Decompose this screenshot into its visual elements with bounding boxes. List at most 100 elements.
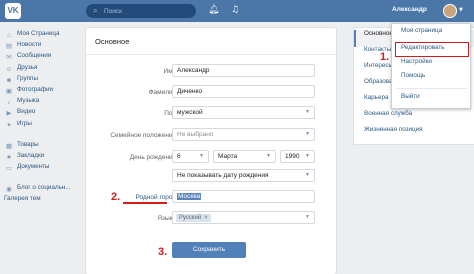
marital-label: Семейное положение: — [110, 132, 178, 139]
music-icon: ♪ — [7, 99, 11, 107]
chevron-down-icon: ▼ — [305, 131, 310, 137]
sidebar-item-label: Блог о социальн... — [17, 184, 71, 192]
video-icon: ▶ — [6, 110, 12, 118]
sidebar-item-my-page[interactable]: ⌂ Моя Страница — [4, 30, 82, 41]
bell-icon[interactable]: 🔔︎ — [208, 4, 219, 16]
section-military[interactable]: Военная служба — [354, 110, 474, 127]
chevron-down-icon: ▼ — [266, 153, 271, 159]
menu-item-my-page[interactable]: Моя страница — [397, 27, 469, 40]
music-icon[interactable]: ♫ — [230, 4, 240, 16]
sidebar-item-theme-gallery[interactable]: Галерея тем — [4, 195, 82, 206]
sidebar-item-label: Фотографии — [17, 85, 53, 93]
sidebar-item-friends[interactable]: ☺ Друзья — [4, 64, 82, 75]
menu-item-help[interactable]: Помощь — [397, 72, 469, 85]
gender-select[interactable]: мужской ▼ — [172, 106, 315, 119]
vk-logo[interactable]: VK — [5, 3, 21, 19]
annotation-step-1: 1. — [380, 51, 390, 63]
annotation-highlight-box — [395, 42, 469, 57]
sidebar-item-label: Друзья — [17, 63, 38, 71]
news-icon: ▤ — [5, 43, 13, 51]
sidebar-item-groups[interactable]: ☻ Группы — [4, 75, 82, 86]
name-field[interactable]: Александр — [172, 64, 315, 77]
sidebar-item-label: Музыка — [17, 97, 40, 105]
sidebar-item-label: Видео — [17, 108, 36, 116]
chevron-down-icon: ▼ — [305, 214, 310, 220]
surname-field[interactable]: Диченко — [172, 85, 315, 98]
gender-value: мужской — [177, 109, 203, 116]
marital-value: Не выбрано — [177, 131, 214, 138]
marital-select[interactable]: Не выбрано ▼ — [172, 128, 315, 141]
menu-item-logout[interactable]: Выйти — [397, 93, 469, 106]
chevron-down-icon: ▼ — [305, 172, 310, 178]
section-life-position[interactable]: Жизненная позиция — [354, 126, 474, 143]
sidebar-item-label: Сообщения — [17, 52, 52, 60]
bookmarks-icon: ★ — [6, 153, 12, 161]
games-icon: ✦ — [6, 121, 12, 129]
annotation-step-3: 3. — [158, 246, 168, 258]
sidebar-item-messages[interactable]: ✉ Сообщения — [4, 52, 82, 63]
birthday-visibility-value: Не показывать дату рождения — [177, 172, 269, 179]
header-user-name[interactable]: Александр — [392, 6, 427, 13]
chevron-down-icon: ▼ — [305, 153, 310, 159]
sidebar-item-documents[interactable]: ▭ Документы — [4, 163, 82, 174]
sidebar-item-news[interactable]: ▤ Новости — [4, 41, 82, 52]
sidebar-item-label: Игры — [17, 119, 32, 127]
language-chip-label: Русский — [179, 215, 202, 221]
home-icon: ⌂ — [7, 32, 11, 39]
top-bar: VK ⌕ 🔔︎ ♫ Александр ▼ — [0, 0, 474, 22]
avatar[interactable] — [443, 4, 457, 18]
goods-icon: ▦ — [5, 142, 13, 150]
search-icon: ⌕ — [93, 6, 98, 15]
sidebar-item-label: Закладки — [17, 151, 45, 159]
language-chip[interactable]: Русский × — [176, 214, 211, 222]
edit-profile-card: Основное Имя: Александр Фамилия: Диченко… — [86, 28, 336, 274]
page-title: Основное — [95, 37, 130, 46]
menu-divider — [397, 88, 467, 89]
sidebar-separator — [4, 131, 82, 141]
sidebar-item-label: Документы — [17, 163, 50, 171]
chevron-down-icon[interactable]: ▼ — [459, 7, 463, 13]
birthday-year-value: 1990 — [285, 153, 300, 160]
sidebar-item-label: Галерея тем — [4, 195, 41, 203]
birthday-visibility-select[interactable]: Не показывать дату рождения ▼ — [172, 169, 315, 182]
hometown-field[interactable]: Москва — [172, 190, 315, 203]
search-input[interactable] — [104, 4, 192, 18]
sidebar-item-music[interactable]: ♪ Музыка — [4, 97, 82, 108]
annotation-step-2: 2. — [111, 191, 121, 203]
messages-icon: ✉ — [6, 54, 12, 62]
sidebar-item-video[interactable]: ▶ Видео — [4, 108, 82, 119]
friends-icon: ☺ — [5, 65, 13, 73]
sidebar-item-label: Группы — [17, 74, 38, 82]
chevron-down-icon: ▼ — [199, 153, 204, 159]
sidebar-item-label: Товары — [17, 140, 39, 148]
sidebar-item-goods[interactable]: ▦ Товары — [4, 141, 82, 152]
left-sidebar: ⌂ Моя Страница ▤ Новости ✉ Сообщения ☺ Друзь… — [4, 30, 82, 207]
sidebar-item-games[interactable]: ✦ Игры — [4, 120, 82, 131]
remove-icon[interactable]: × — [204, 215, 208, 221]
blog-icon: ◉ — [6, 186, 12, 194]
title-divider — [86, 54, 336, 55]
hometown-value: Москва — [177, 193, 202, 200]
annotation-underline — [123, 202, 167, 204]
birthday-day-select[interactable]: 6 ▼ — [172, 150, 209, 163]
chevron-down-icon: ▼ — [305, 109, 310, 115]
search-box[interactable]: ⌕ — [86, 4, 196, 18]
birthday-year-select[interactable]: 1990 ▼ — [280, 150, 315, 163]
birthday-month-select[interactable]: Марта ▼ — [213, 150, 276, 163]
profile-dropdown: Моя страница Редактировать Настройки Пом… — [391, 23, 471, 109]
documents-icon: ▭ — [5, 165, 13, 173]
sidebar-item-bookmarks[interactable]: ★ Закладки — [4, 152, 82, 163]
birthday-month-value: Марта — [218, 153, 238, 160]
sidebar-separator — [4, 174, 82, 184]
save-button[interactable]: Сохранить — [172, 242, 246, 258]
menu-item-settings[interactable]: Настройки — [397, 58, 469, 71]
sidebar-item-blog[interactable]: ◉ Блог о социальн... — [4, 184, 82, 195]
sidebar-item-label: Моя Страница — [17, 30, 60, 37]
photos-icon: ▣ — [5, 87, 13, 95]
sidebar-item-photos[interactable]: ▣ Фотографии — [4, 86, 82, 97]
groups-icon: ☻ — [5, 76, 13, 84]
birthday-day-value: 6 — [177, 153, 181, 160]
sidebar-item-label: Новости — [17, 41, 42, 49]
languages-select[interactable]: Русский × ▼ — [172, 211, 315, 224]
birthday-label: День рождения: — [129, 154, 178, 161]
